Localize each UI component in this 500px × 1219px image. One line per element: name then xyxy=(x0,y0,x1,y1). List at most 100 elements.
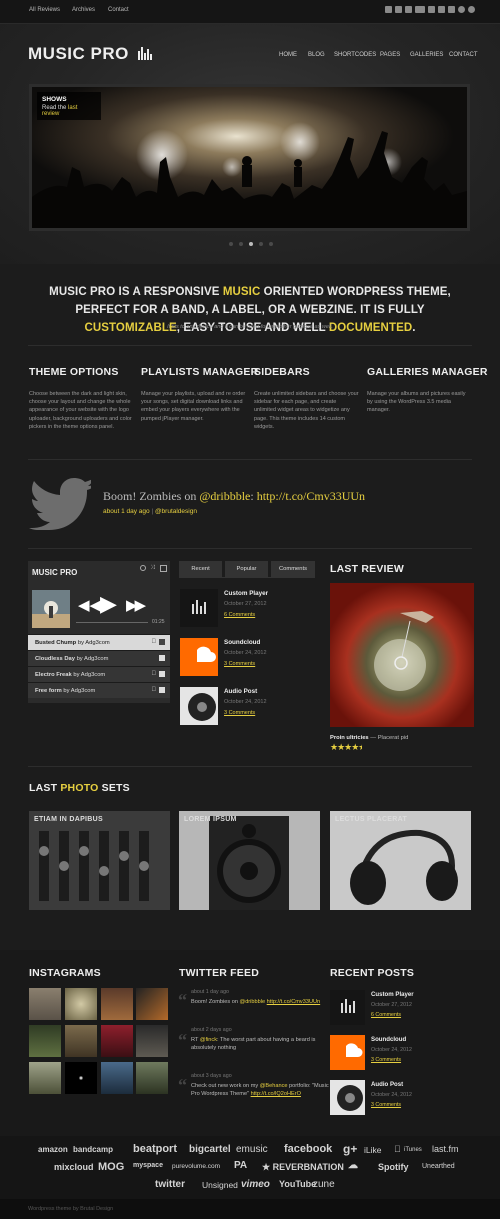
vimeo-icon[interactable] xyxy=(458,6,465,13)
ilike-logo[interactable]: iLike xyxy=(364,1145,381,1155)
photo-set-card[interactable]: LOREM IPSUM xyxy=(179,811,320,910)
instagram-photo[interactable] xyxy=(101,988,133,1020)
instagram-photo[interactable] xyxy=(101,1062,133,1094)
vimeo-logo[interactable]: vimeo xyxy=(241,1179,270,1190)
twitter-logo[interactable]: twitter xyxy=(155,1179,185,1190)
instagram-photo[interactable] xyxy=(136,1025,168,1057)
track-item[interactable]: Electro Freak by Adg3com xyxy=(28,666,170,682)
amazon-logo[interactable]: amazon xyxy=(38,1145,68,1154)
photo-set-card[interactable]: ETIAM IN DAPIBUS xyxy=(29,811,170,910)
lastfm-icon[interactable] xyxy=(415,6,425,13)
instagram-photo[interactable] xyxy=(65,988,97,1020)
slider-dot-3-active[interactable] xyxy=(249,242,253,246)
post-comments[interactable]: 3 Comments xyxy=(224,661,255,667)
rss-icon[interactable] xyxy=(468,6,475,13)
instagram-photo[interactable] xyxy=(65,1025,97,1057)
tab-recent[interactable]: Recent xyxy=(179,561,222,577)
soundcloud-icon[interactable]: ☁ xyxy=(348,1160,358,1171)
popup-icon[interactable] xyxy=(160,565,167,572)
facebook-icon[interactable] xyxy=(385,6,392,13)
slider-dot-1[interactable] xyxy=(229,242,233,246)
mixcloud-logo[interactable]: mixcloud xyxy=(54,1162,94,1172)
facebook-logo[interactable]: facebook xyxy=(284,1143,332,1155)
spotify-logo[interactable]: Spotify xyxy=(378,1162,409,1172)
photo-set-card[interactable]: LECTUS PLACERAT xyxy=(330,811,471,910)
repeat-icon[interactable] xyxy=(140,565,146,571)
next-icon[interactable]: ▶▶ xyxy=(126,596,146,614)
tab-comments[interactable]: Comments xyxy=(271,561,315,577)
bigcartel-logo[interactable]: bigcartel xyxy=(189,1144,231,1155)
instagram-photo[interactable] xyxy=(29,1062,61,1094)
youtube-icon[interactable] xyxy=(438,6,445,13)
post-title[interactable]: Soundcloud xyxy=(224,639,260,646)
top-link-reviews[interactable]: All Reviews xyxy=(29,7,60,13)
itunes-logo[interactable]: iTunes xyxy=(404,1147,422,1153)
nav-shortcodes[interactable]: SHORTCODES xyxy=(334,52,376,58)
slider-dot-2[interactable] xyxy=(239,242,243,246)
soundcloud-icon[interactable] xyxy=(428,6,435,13)
purevolume-logo[interactable]: purevolume.com xyxy=(172,1163,220,1170)
recent-post-comments[interactable]: 3 Comments xyxy=(371,1057,401,1063)
unearthed-logo[interactable]: Unearthed xyxy=(422,1163,455,1170)
instagram-photo[interactable] xyxy=(65,1062,97,1094)
instagram-photo[interactable] xyxy=(101,1025,133,1057)
post-title[interactable]: Audio Post xyxy=(224,688,257,695)
tab-popular[interactable]: Popular xyxy=(225,561,268,577)
nav-galleries[interactable]: GALLERIES xyxy=(410,52,443,58)
recent-post-title[interactable]: Custom Player xyxy=(371,991,414,998)
recent-post-title[interactable]: Soundcloud xyxy=(371,1036,406,1043)
top-link-archives[interactable]: Archives xyxy=(72,7,95,13)
unsigned-logo[interactable]: Unsigned xyxy=(202,1180,238,1190)
play-icon[interactable]: ▶ xyxy=(100,591,117,617)
beatport-logo[interactable]: beatport xyxy=(133,1143,177,1155)
nav-contact[interactable]: CONTACT xyxy=(449,52,478,58)
post-title[interactable]: Custom Player xyxy=(224,590,268,597)
instagram-photo[interactable] xyxy=(136,988,168,1020)
emusic-logo[interactable]: emusic xyxy=(236,1144,268,1155)
instagram-photo[interactable] xyxy=(29,1025,61,1057)
tweet-user[interactable]: @brutaldesign xyxy=(155,508,197,515)
track-item-active[interactable]: Busted Chump by Adg3com xyxy=(28,634,170,650)
lastfm-logo[interactable]: last.fm xyxy=(432,1144,459,1154)
recent-post-thumb[interactable] xyxy=(330,990,365,1025)
shuffle-icon[interactable]: ⤨ xyxy=(150,565,156,571)
nav-pages[interactable]: PAGES xyxy=(380,52,400,58)
post-comments[interactable]: 6 Comments xyxy=(224,612,255,618)
footer-credit[interactable]: Wordpress theme by Brutal Design xyxy=(28,1206,113,1212)
recent-post-title[interactable]: Audio Post xyxy=(371,1081,403,1088)
post-thumb[interactable] xyxy=(180,589,218,627)
progress-bar[interactable] xyxy=(76,622,148,623)
nav-blog[interactable]: BLOG xyxy=(308,52,325,58)
flickr-icon[interactable] xyxy=(405,6,412,13)
instagram-photo[interactable] xyxy=(136,1062,168,1094)
googleplus-icon[interactable]: g+ xyxy=(343,1142,357,1156)
instagram-photo[interactable] xyxy=(29,988,61,1020)
tweet-link[interactable]: http://t.co/Cmv33UUn xyxy=(257,489,365,503)
zune-logo[interactable]: zune xyxy=(313,1179,335,1190)
review-image[interactable] xyxy=(330,583,474,727)
mog-logo[interactable]: MOG xyxy=(98,1161,124,1173)
top-link-contact[interactable]: Contact xyxy=(108,7,129,13)
myspace-icon[interactable] xyxy=(448,6,455,13)
site-logo[interactable]: MUSIC PRO xyxy=(28,44,154,64)
post-thumb[interactable] xyxy=(180,687,218,725)
myspace-logo[interactable]: myspace xyxy=(133,1162,163,1169)
apple-icon[interactable]:  xyxy=(394,1144,401,1154)
reverbnation-logo[interactable]: ★ REVERBNATION xyxy=(262,1162,344,1173)
recent-post-thumb[interactable] xyxy=(330,1035,365,1070)
slider-dot-5[interactable] xyxy=(269,242,273,246)
slider-dot-4[interactable] xyxy=(259,242,263,246)
tweet-handle[interactable]: @dribbble xyxy=(199,489,250,503)
recent-post-comments[interactable]: 6 Comments xyxy=(371,1012,401,1018)
pa-icon[interactable]: PA xyxy=(234,1160,247,1171)
post-comments[interactable]: 3 Comments xyxy=(224,710,255,716)
tweet-time[interactable]: about 1 day ago xyxy=(103,508,150,515)
track-item[interactable]: Cloudless Day by Adg3com xyxy=(28,650,170,666)
bandcamp-logo[interactable]: bandcamp xyxy=(73,1145,113,1154)
previous-icon[interactable]: ◀◀ xyxy=(78,596,101,614)
recent-post-thumb[interactable] xyxy=(330,1080,365,1115)
track-item[interactable]: Free form by Adg3com xyxy=(28,682,170,698)
post-thumb[interactable] xyxy=(180,638,218,676)
youtube-logo[interactable]: YouTube xyxy=(279,1179,316,1189)
review-title[interactable]: Proin ultricies xyxy=(330,735,369,741)
